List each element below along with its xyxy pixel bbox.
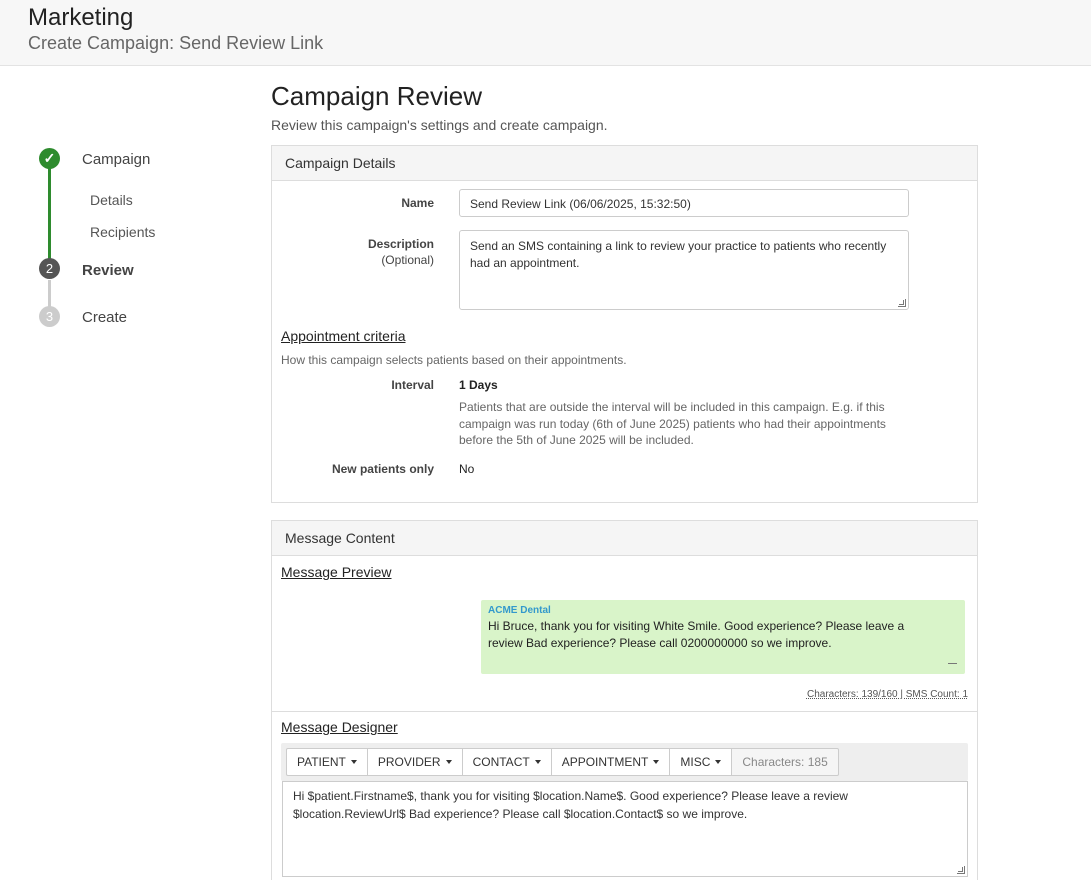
- caret-down-icon: [653, 760, 660, 764]
- sms-preview-bubble: ACME Dental Hi Bruce, thank you for visi…: [481, 600, 965, 674]
- misc-dropdown[interactable]: MISC: [669, 748, 733, 776]
- step-review: Review: [82, 262, 134, 279]
- message-content-panel: Message Content Message Preview ACME Den…: [271, 520, 978, 880]
- step-campaign[interactable]: Campaign: [82, 151, 150, 168]
- message-designer-textarea[interactable]: Hi $patient.Firstname$, thank you for vi…: [282, 781, 968, 877]
- character-count: Characters: 139/160 | SMS Count: 1: [806, 689, 968, 700]
- sender-name: ACME Dental: [488, 605, 551, 616]
- substep-recipients[interactable]: Recipients: [90, 224, 155, 240]
- interval-label: Interval: [391, 378, 434, 392]
- step-create: Create: [82, 309, 128, 326]
- caret-down-icon: [445, 760, 452, 764]
- caret-down-icon: [715, 760, 722, 764]
- dash-icon: [948, 663, 957, 664]
- wizard-stepper: ✓ Campaign Details Recipients 2 Review 3…: [0, 66, 260, 366]
- step-connector-done: [48, 164, 51, 272]
- campaign-details-panel: Campaign Details Name Send Review Link (…: [271, 145, 978, 503]
- substep-details[interactable]: Details: [90, 192, 133, 208]
- interval-help-text: Patients that are outside the interval w…: [459, 400, 886, 447]
- step-number-2: 2: [39, 258, 60, 279]
- interval-value: 1 Days: [459, 378, 498, 392]
- resize-grip-icon[interactable]: [957, 866, 965, 874]
- panel-heading: Campaign Details: [272, 146, 977, 181]
- criteria-description: How this campaign selects patients based…: [281, 353, 627, 367]
- preview-text: Hi Bruce, thank you for visiting White S…: [488, 619, 905, 650]
- contact-dropdown[interactable]: CONTACT: [461, 748, 552, 776]
- provider-dropdown[interactable]: PROVIDER: [366, 748, 463, 776]
- caret-down-icon: [350, 760, 357, 764]
- name-field[interactable]: Send Review Link (06/06/2025, 15:32:50): [459, 189, 909, 217]
- page-title: Campaign Review: [271, 81, 482, 111]
- page-header: Marketing Create Campaign: Send Review L…: [0, 0, 1091, 66]
- page-subtitle: Create Campaign: Send Review Link: [28, 33, 324, 53]
- divider: [272, 711, 977, 712]
- appointment-dropdown[interactable]: APPOINTMENT: [550, 748, 671, 776]
- app-title: Marketing: [28, 4, 134, 31]
- designer-toolbar: PATIENT PROVIDER CONTACT APPOINTMENT MIS…: [281, 743, 968, 781]
- message-designer-heading: Message Designer: [281, 719, 398, 735]
- caret-down-icon: [534, 760, 541, 764]
- message-preview-heading: Message Preview: [281, 564, 392, 580]
- appointment-criteria-heading: Appointment criteria: [281, 328, 406, 344]
- check-icon: ✓: [39, 148, 60, 169]
- new-patients-label: New patients only: [331, 462, 434, 476]
- name-label: Name: [401, 196, 434, 210]
- description-label: Description (Optional): [367, 237, 434, 267]
- resize-grip-icon[interactable]: [898, 299, 906, 307]
- step-number-3: 3: [39, 306, 60, 327]
- patient-dropdown[interactable]: PATIENT: [286, 748, 368, 776]
- description-textarea[interactable]: Send an SMS containing a link to review …: [459, 230, 909, 310]
- panel-heading: Message Content: [272, 521, 977, 556]
- page-description: Review this campaign's settings and crea…: [271, 117, 608, 133]
- new-patients-value: No: [459, 462, 475, 476]
- designer-character-count: Characters: 185: [731, 748, 839, 776]
